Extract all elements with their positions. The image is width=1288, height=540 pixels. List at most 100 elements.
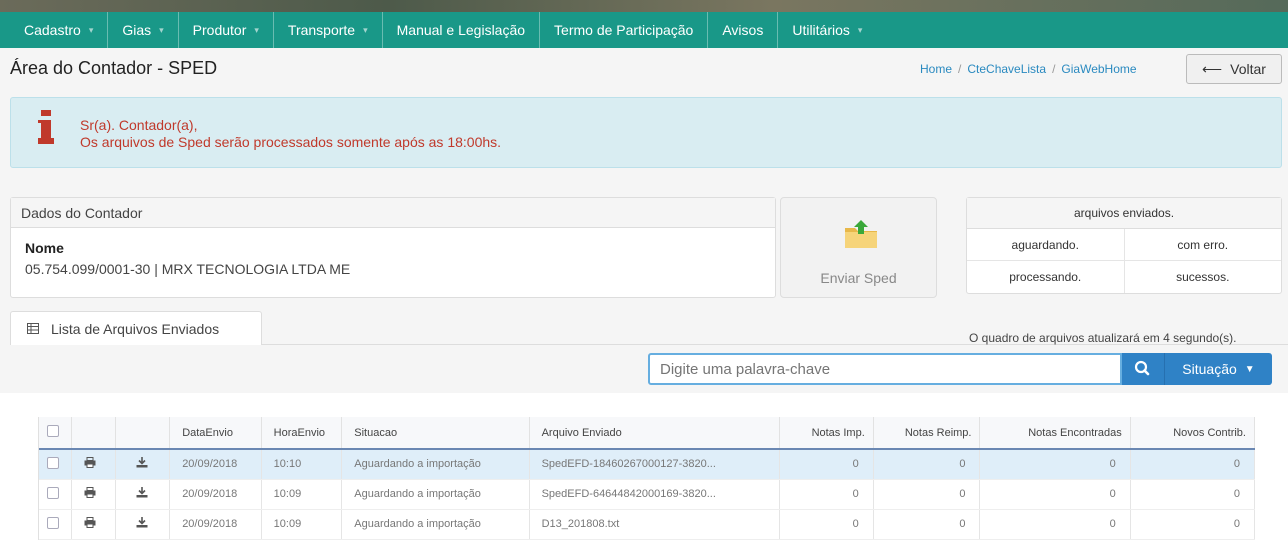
cell-situacao: Aguardando a importação — [341, 449, 530, 480]
col-header-situacao[interactable]: Situacao — [341, 417, 530, 450]
row-checkbox-cell[interactable] — [39, 479, 73, 510]
cell-dataenvio: 20/09/2018 — [169, 479, 262, 510]
print-column-header — [71, 417, 116, 450]
download-icon[interactable] — [136, 517, 148, 528]
refresh-countdown: O quadro de arquivos atualizará em 4 seg… — [969, 331, 1237, 345]
caret-down-icon: ▾ — [363, 24, 368, 35]
cell-horaenvio: 10:10 — [261, 449, 343, 480]
table-row[interactable]: 20/09/2018 10:09 Aguardando a importação… — [39, 509, 1256, 540]
panel-header: Dados do Contador — [11, 198, 775, 228]
cell-situacao: Aguardando a importação — [341, 479, 530, 510]
page-title: Área do Contador - SPED — [10, 58, 218, 78]
print-cell[interactable] — [71, 449, 116, 480]
download-cell[interactable] — [115, 509, 171, 540]
cell-notas-encontradas: 0 — [979, 509, 1131, 540]
files-table: DataEnvio HoraEnvio Situacao Arquivo Env… — [39, 417, 1256, 540]
search-input[interactable] — [648, 353, 1122, 385]
top-banner-strip — [0, 0, 1288, 12]
files-grid: DataEnvio HoraEnvio Situacao Arquivo Env… — [38, 417, 1256, 540]
cell-horaenvio: 10:09 — [261, 479, 343, 510]
alert-message: Sr(a). Contador(a), Os arquivos de Sped … — [80, 117, 501, 151]
alert-line-1: Sr(a). Contador(a), — [80, 117, 198, 133]
nav-item-transporte[interactable]: Transporte ▾ — [274, 12, 383, 48]
row-checkbox[interactable] — [47, 516, 59, 529]
cell-situacao: Aguardando a importação — [341, 509, 530, 540]
stat-aguardando[interactable]: aguardando. — [967, 229, 1125, 260]
printer-icon[interactable] — [84, 487, 96, 498]
exclamation-icon — [38, 110, 54, 144]
select-all-checkbox[interactable] — [47, 425, 59, 437]
col-header-horaenvio[interactable]: HoraEnvio — [261, 417, 343, 450]
dados-contador-panel: Dados do Contador Nome 05.754.099/0001-3… — [10, 197, 776, 298]
row-checkbox[interactable] — [47, 456, 59, 469]
breadcrumb-giawebhome[interactable]: GiaWebHome — [1061, 62, 1136, 76]
col-header-novos-contrib[interactable]: Novos Contrib. — [1130, 417, 1256, 450]
nav-item-utilitarios[interactable]: Utilitários ▾ — [778, 12, 876, 48]
nav-item-avisos[interactable]: Avisos — [708, 12, 779, 48]
nav-item-manual[interactable]: Manual e Legislação — [383, 12, 541, 48]
row-checkbox-cell[interactable] — [39, 509, 73, 540]
download-cell[interactable] — [115, 479, 171, 510]
cell-notas-encontradas: 0 — [979, 479, 1131, 510]
back-button[interactable]: ⟵ Voltar — [1186, 54, 1282, 84]
nav-item-gias[interactable]: Gias ▾ — [108, 12, 179, 48]
download-column-header — [115, 417, 171, 450]
stat-sucessos[interactable]: sucessos. — [1125, 261, 1282, 293]
col-header-arquivo[interactable]: Arquivo Enviado — [529, 417, 781, 450]
download-icon[interactable] — [136, 487, 148, 498]
cell-arquivo: SpedEFD-18460267000127-3820... — [529, 449, 781, 480]
situacao-label: Situação — [1182, 361, 1237, 377]
nav-item-produtor[interactable]: Produtor ▾ — [179, 12, 274, 48]
table-row[interactable]: 20/09/2018 10:09 Aguardando a importação… — [39, 479, 1256, 510]
print-cell[interactable] — [71, 479, 116, 510]
row-checkbox-cell[interactable] — [39, 449, 73, 480]
col-header-dataenvio[interactable]: DataEnvio — [169, 417, 262, 450]
cell-notas-encontradas: 0 — [979, 449, 1131, 480]
nav-item-termo[interactable]: Termo de Participação — [540, 12, 709, 48]
nav-item-cadastro[interactable]: Cadastro ▾ — [10, 12, 109, 48]
printer-icon[interactable] — [84, 457, 96, 469]
nav-label: Gias — [122, 22, 152, 38]
search-icon — [1134, 360, 1150, 376]
download-icon[interactable] — [136, 457, 148, 468]
cell-dataenvio: 20/09/2018 — [169, 509, 262, 540]
stats-header: arquivos enviados. — [967, 198, 1281, 229]
col-header-notas-reimp[interactable]: Notas Reimp. — [873, 417, 981, 450]
breadcrumb-home[interactable]: Home — [920, 62, 952, 76]
name-value: 05.754.099/0001-30 | MRX TECNOLOGIA LTDA… — [25, 261, 351, 277]
main-content: Área do Contador - SPED Home / CteChaveL… — [0, 48, 1288, 393]
cell-novos-contrib: 0 — [1130, 479, 1256, 510]
breadcrumb-ctechavelista[interactable]: CteChaveLista — [967, 62, 1046, 76]
search-button[interactable] — [1122, 353, 1164, 385]
select-all-checkbox-cell[interactable] — [39, 417, 73, 450]
name-label: Nome — [25, 240, 64, 256]
nav-label: Manual e Legislação — [396, 22, 526, 38]
tab-label: Lista de Arquivos Enviados — [51, 320, 220, 337]
cell-notas-reimp: 0 — [873, 479, 981, 510]
printer-icon[interactable] — [84, 517, 96, 528]
table-row[interactable]: 20/09/2018 10:10 Aguardando a importação… — [39, 449, 1256, 480]
situacao-dropdown-button[interactable]: Situação ▼ — [1164, 353, 1272, 385]
caret-down-icon: ▾ — [254, 24, 259, 35]
enviar-sped-label: Enviar Sped — [820, 270, 897, 286]
cell-dataenvio: 20/09/2018 — [169, 449, 262, 480]
row-checkbox[interactable] — [47, 486, 59, 499]
caret-down-icon: ▼ — [1244, 363, 1255, 375]
breadcrumb-separator: / — [1052, 62, 1056, 76]
cell-novos-contrib: 0 — [1130, 509, 1256, 540]
col-header-notas-encontradas[interactable]: Notas Encontradas — [979, 417, 1131, 450]
caret-down-icon: ▾ — [857, 24, 863, 35]
breadcrumb: Home / CteChaveLista / GiaWebHome — [920, 62, 1137, 76]
cell-arquivo: D13_201808.txt — [529, 509, 781, 540]
stat-com-erro[interactable]: com erro. — [1125, 229, 1282, 260]
cell-notas-reimp: 0 — [873, 449, 981, 480]
col-header-notas-imp[interactable]: Notas Imp. — [779, 417, 874, 450]
tab-lista-arquivos[interactable]: Lista de Arquivos Enviados — [10, 311, 262, 345]
cell-notas-imp: 0 — [779, 449, 874, 480]
cell-notas-imp: 0 — [779, 509, 874, 540]
enviar-sped-button[interactable]: Enviar Sped — [780, 197, 937, 298]
caret-down-icon: ▾ — [88, 24, 94, 35]
stat-processando[interactable]: processando. — [967, 261, 1125, 293]
download-cell[interactable] — [115, 449, 171, 480]
print-cell[interactable] — [71, 509, 116, 540]
